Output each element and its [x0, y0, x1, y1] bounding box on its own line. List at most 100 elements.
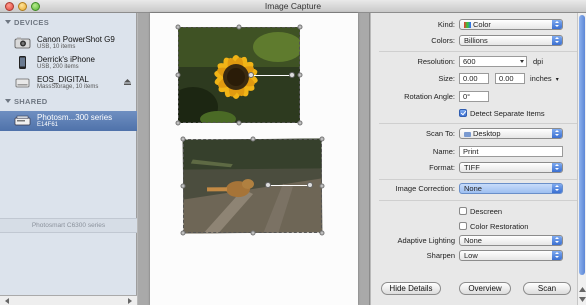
resize-handle[interactable] [180, 230, 186, 236]
scroll-left-icon[interactable] [2, 297, 12, 305]
adaptive-lighting-label: Adaptive Lighting [397, 236, 455, 245]
resize-handle[interactable] [319, 183, 325, 189]
folder-icon [464, 132, 471, 137]
popup-arrows-icon [552, 20, 562, 29]
size-height-field[interactable]: 0.00 [495, 73, 525, 84]
resize-handle[interactable] [297, 72, 303, 78]
popup-arrows-icon [552, 129, 562, 138]
format-popup[interactable]: TIFF [459, 162, 563, 173]
scan-preview-area[interactable] [138, 13, 370, 305]
scroll-right-icon[interactable] [125, 297, 135, 305]
rotation-angle-label: Rotation Angle: [404, 92, 455, 101]
color-restoration-checkbox[interactable] [459, 222, 467, 230]
sidebar-item-eos-digital[interactable]: EOS_DIGITAL MassStorage, 10 items [0, 73, 137, 93]
rotation-knob[interactable] [289, 72, 295, 78]
combo-arrow-icon[interactable] [520, 60, 524, 63]
disclosure-triangle-icon [5, 20, 11, 24]
resize-handle[interactable] [180, 136, 186, 142]
resize-handle[interactable] [319, 230, 325, 236]
kind-value: Color [473, 20, 491, 29]
sidebar-item-canon-camera[interactable]: Canon PowerShot G9 USB, 10 items [0, 33, 137, 53]
image-correction-value: None [464, 184, 482, 193]
resize-handle[interactable] [180, 183, 186, 189]
resolution-label: Resolution: [417, 57, 455, 66]
scan-button[interactable]: Scan [523, 282, 571, 295]
descreen-checkbox[interactable] [459, 207, 467, 215]
camera-icon [14, 37, 31, 49]
resize-handle[interactable] [175, 120, 181, 126]
drive-icon [15, 78, 30, 88]
scan-to-popup[interactable]: Desktop [459, 128, 563, 139]
colors-value: Billions [464, 36, 488, 45]
colors-popup[interactable]: Billions [459, 35, 563, 46]
resolution-value: 600 [463, 57, 476, 66]
iphone-icon [19, 56, 26, 69]
eject-icon[interactable] [124, 79, 131, 85]
center-knob[interactable] [248, 72, 254, 78]
size-width-field[interactable]: 0.00 [459, 73, 489, 84]
selected-device-footer: Photosmart C6300 series [0, 218, 137, 233]
popup-arrows-icon [552, 36, 562, 45]
sidebar-horizontal-scrollbar[interactable] [0, 295, 137, 305]
resize-handle[interactable] [319, 136, 325, 142]
rotation-angle-field[interactable]: 0° [459, 91, 489, 102]
device-name: EOS_DIGITAL [37, 75, 89, 84]
size-label: Size: [438, 74, 455, 83]
scan-to-label: Scan To: [425, 129, 455, 138]
detect-separate-items-checkbox[interactable] [459, 109, 467, 117]
sharpen-value: Low [464, 251, 478, 260]
devices-header-label: DEVICES [14, 18, 50, 27]
resize-handle[interactable] [297, 24, 303, 30]
format-value: TIFF [464, 163, 480, 172]
title-bar: Image Capture [0, 0, 586, 13]
resize-handle[interactable] [250, 136, 256, 142]
devices-section-header[interactable]: DEVICES [5, 18, 49, 27]
name-label: Name: [432, 147, 455, 156]
scrollbar-thumb[interactable] [579, 15, 585, 275]
resolution-combo[interactable]: 600 [459, 56, 527, 67]
popup-arrows-icon [552, 236, 562, 245]
popup-arrows-icon [552, 163, 562, 172]
resize-handle[interactable] [236, 120, 242, 126]
device-detail: USB, 200 items [37, 64, 79, 70]
scroll-up-icon[interactable] [578, 285, 586, 294]
resize-handle[interactable] [236, 24, 242, 30]
center-knob[interactable] [265, 182, 271, 188]
sidebar-item-photosmart-scanner[interactable]: Photosm...300 series E14F61 [0, 111, 137, 131]
disclosure-triangle-icon [5, 99, 11, 103]
color-restoration-label: Color Restoration [470, 222, 529, 231]
image-correction-popup[interactable]: None [459, 183, 563, 194]
resize-handle[interactable] [297, 120, 303, 126]
size-unit-popup[interactable]: inches ▾ [530, 74, 559, 83]
kind-popup[interactable]: Color [459, 19, 563, 30]
shared-section-header[interactable]: SHARED [5, 97, 47, 106]
device-name: Derrick's iPhone [37, 55, 95, 64]
rotation-guide [268, 185, 310, 186]
resize-handle[interactable] [175, 72, 181, 78]
device-name: Canon PowerShot G9 [37, 35, 115, 44]
file-name-field[interactable]: Print [459, 146, 563, 157]
scroll-down-icon[interactable] [578, 295, 586, 304]
selection-frame-animal[interactable] [183, 139, 322, 233]
device-detail: USB, 10 items [37, 44, 76, 50]
adaptive-lighting-value: None [464, 236, 482, 245]
scan-to-value: Desktop [473, 129, 501, 138]
device-detail: MassStorage, 10 items [37, 84, 99, 90]
settings-vertical-scrollbar[interactable] [577, 13, 586, 305]
sharpen-popup[interactable]: Low [459, 250, 563, 261]
adaptive-lighting-popup[interactable]: None [459, 235, 563, 246]
scan-settings-panel: Kind: Color Colors: Billions Resolution:… [371, 13, 586, 305]
resize-handle[interactable] [250, 230, 256, 236]
overview-button[interactable]: Overview [459, 282, 511, 295]
resize-handle[interactable] [175, 24, 181, 30]
hide-details-button[interactable]: Hide Details [381, 282, 441, 295]
divider [379, 123, 579, 124]
rotation-knob[interactable] [307, 182, 313, 188]
detect-separate-items-label: Detect Separate Items [470, 109, 545, 118]
divider [379, 51, 579, 52]
sidebar-item-iphone[interactable]: Derrick's iPhone USB, 200 items [0, 53, 137, 73]
rotation-guide [251, 75, 292, 76]
window-title: Image Capture [264, 1, 322, 11]
colors-label: Colors: [431, 36, 455, 45]
scanner-bed-page [150, 13, 358, 305]
